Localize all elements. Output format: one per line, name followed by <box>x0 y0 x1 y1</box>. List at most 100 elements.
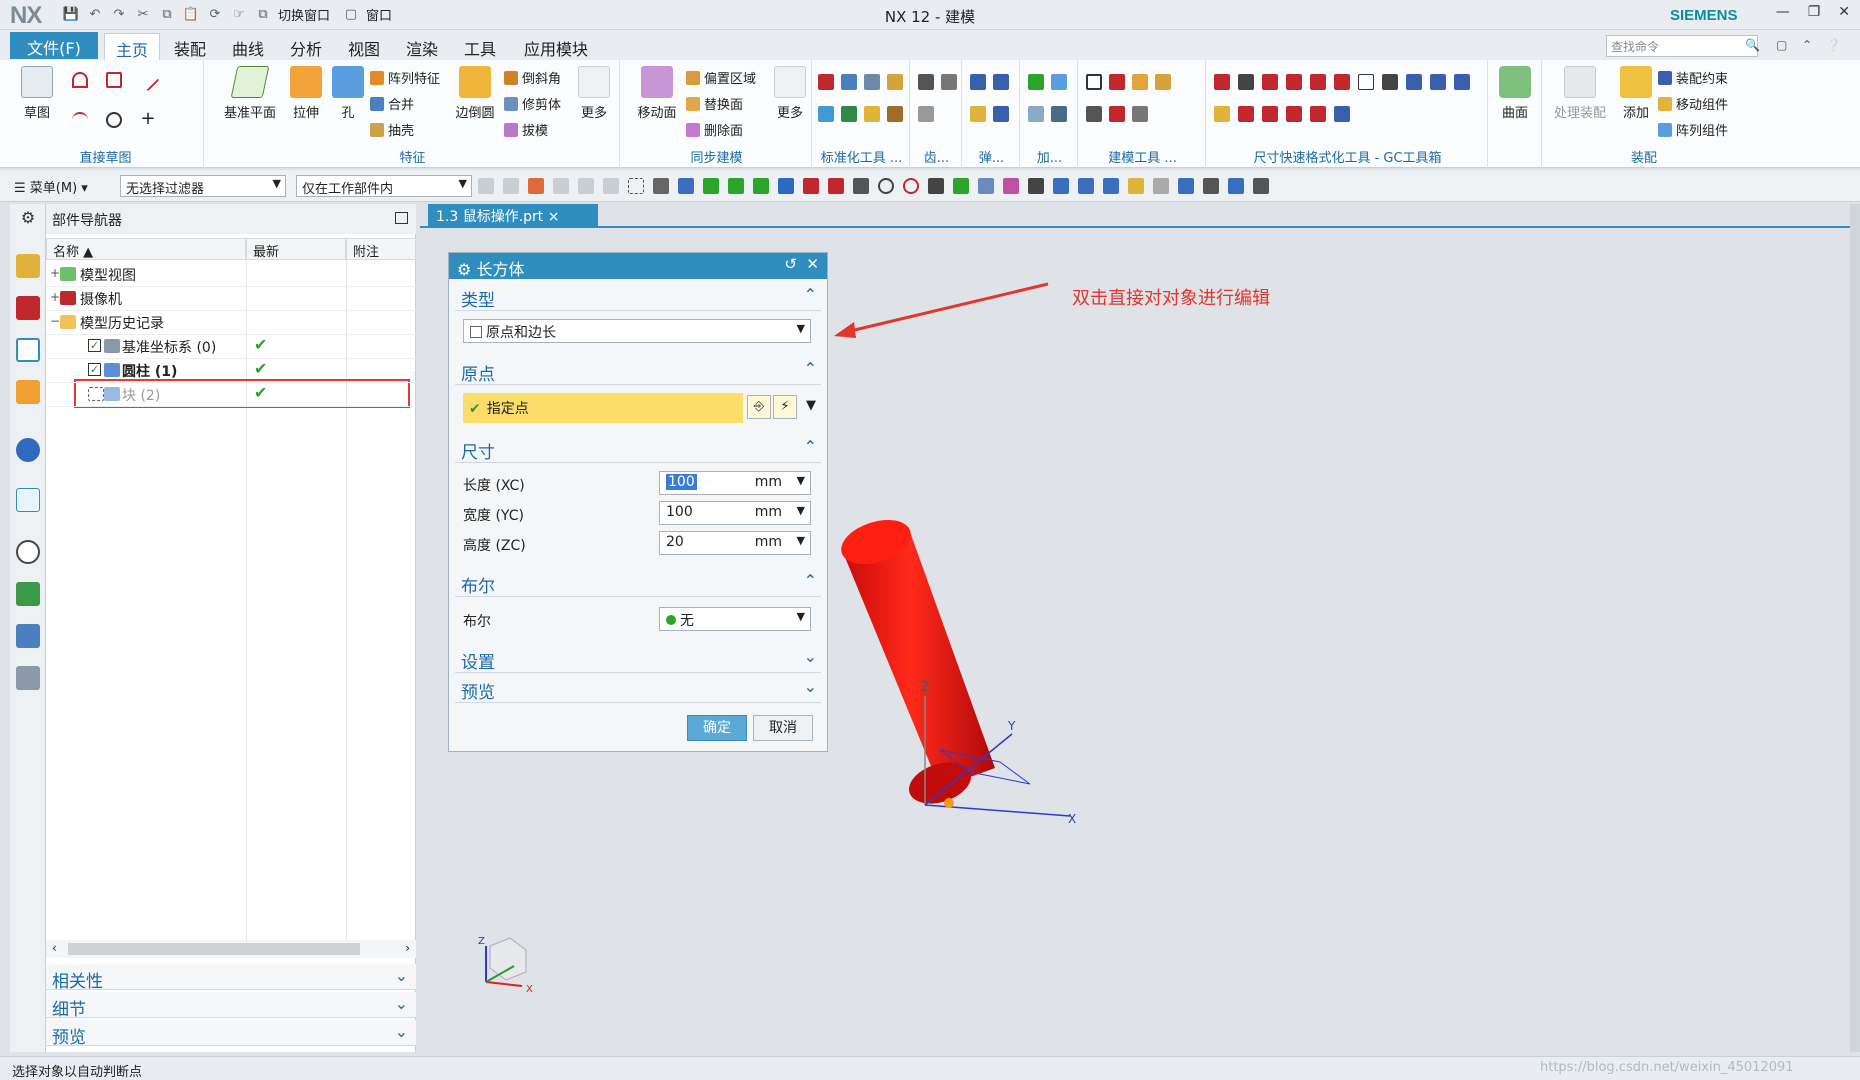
section-dimensions[interactable]: 尺寸 ⌃ <box>455 435 821 463</box>
minimize-icon[interactable]: — <box>1776 4 1790 20</box>
search-icon[interactable]: 🔍 <box>1745 38 1760 52</box>
snap-icon[interactable] <box>903 178 919 194</box>
select-box-icon[interactable] <box>628 178 644 194</box>
add-icon[interactable] <box>1028 106 1044 122</box>
column-header-notes[interactable]: 附注 <box>346 238 416 260</box>
tab-file[interactable]: 文件(F) <box>10 32 98 59</box>
view-icon[interactable] <box>1178 178 1194 194</box>
sync-more-button[interactable]: 更多 <box>770 66 810 121</box>
cylinder-body[interactable] <box>842 532 995 788</box>
add-icon[interactable] <box>1051 74 1067 90</box>
reuse-library-icon[interactable] <box>16 380 40 404</box>
tab-curve[interactable]: 曲线 <box>226 33 270 60</box>
hole-button[interactable]: 孔 <box>330 66 366 121</box>
snap-icon[interactable] <box>578 178 594 194</box>
snap-icon[interactable] <box>553 178 569 194</box>
line-icon[interactable] <box>136 68 160 92</box>
horizontal-scrollbar[interactable]: ‹ › <box>46 940 416 958</box>
gear-icon[interactable] <box>918 106 934 122</box>
add-icon[interactable] <box>1051 106 1067 122</box>
format-icon[interactable] <box>1406 74 1422 90</box>
section-origin[interactable]: 原点 ⌃ <box>455 357 821 385</box>
tab-application[interactable]: 应用模块 <box>516 33 596 60</box>
format-icon[interactable] <box>1214 106 1230 122</box>
column-header-name[interactable]: 名称 ▲ <box>46 238 246 260</box>
panel-dependencies[interactable]: 相关性 ⌄ <box>46 964 416 992</box>
format-icon[interactable] <box>1382 74 1398 90</box>
spring-icon[interactable] <box>993 106 1009 122</box>
format-icon[interactable] <box>1214 74 1230 90</box>
view-icon[interactable] <box>1053 178 1069 194</box>
roles-icon[interactable] <box>16 666 40 690</box>
spring-icon[interactable] <box>970 74 986 90</box>
snap-icon[interactable] <box>978 178 994 194</box>
point-icon[interactable]: + <box>140 110 156 128</box>
rectangle-icon[interactable] <box>106 72 122 88</box>
format-icon[interactable] <box>1310 74 1326 90</box>
search-command-input[interactable]: 查找命令 <box>1606 35 1758 57</box>
visibility-checkbox[interactable]: ✓ <box>88 339 101 352</box>
width-input[interactable]: 100 mm ▼ <box>659 501 811 525</box>
format-icon[interactable] <box>1262 106 1278 122</box>
view-icon[interactable] <box>1078 178 1094 194</box>
dialog-gear-icon[interactable]: ⚙ <box>457 260 471 279</box>
tool-icon[interactable] <box>887 106 903 122</box>
ribbon-options-icon[interactable]: ▢ <box>1776 38 1787 52</box>
expand-icon[interactable]: + <box>50 290 60 304</box>
snap-icon[interactable] <box>853 178 869 194</box>
format-icon[interactable] <box>1262 74 1278 90</box>
replace-face-button[interactable]: 替换面 <box>686 94 743 113</box>
tab-tools[interactable]: 工具 <box>458 33 502 60</box>
point-options-dropdown[interactable]: ▼ <box>799 395 823 419</box>
snap-icon[interactable] <box>528 178 544 194</box>
format-icon[interactable] <box>1286 74 1302 90</box>
view-icon[interactable] <box>1153 178 1169 194</box>
menu-button[interactable]: ☰ 菜单(M) ▾ <box>14 177 88 196</box>
format-icon[interactable] <box>1238 74 1254 90</box>
surface-button[interactable]: 曲面 <box>1490 66 1540 121</box>
collapse-icon[interactable]: − <box>50 314 60 328</box>
scrollbar-thumb[interactable] <box>68 943 360 955</box>
add-icon[interactable] <box>1028 74 1044 90</box>
spring-icon[interactable] <box>970 106 986 122</box>
tool-icon[interactable] <box>1132 106 1148 122</box>
format-icon[interactable] <box>1430 74 1446 90</box>
web-browser-icon[interactable] <box>16 488 40 512</box>
tree-row-datum-csys[interactable]: ✓ 基准坐标系 (0) ✔ <box>46 334 416 358</box>
view-icon[interactable] <box>1203 178 1219 194</box>
process-studio-icon[interactable] <box>16 624 40 648</box>
boolean-select[interactable]: 无 ▼ <box>659 607 811 631</box>
maximize-icon[interactable] <box>395 212 408 224</box>
length-input[interactable]: 100 mm ▼ <box>659 471 811 495</box>
tool-icon[interactable] <box>1132 74 1148 90</box>
snap-icon[interactable] <box>1003 178 1019 194</box>
section-settings[interactable]: 设置 ⌄ <box>455 645 821 673</box>
pattern-component-button[interactable]: 阵列组件 <box>1658 120 1728 139</box>
tool-icon[interactable] <box>1109 106 1125 122</box>
tool-icon[interactable] <box>1109 74 1125 90</box>
point-dialog-button[interactable]: ⎆ <box>747 395 771 419</box>
assembly-constraint-button[interactable]: 装配约束 <box>1658 68 1728 87</box>
snap-icon[interactable] <box>753 178 769 194</box>
close-icon[interactable]: ✕ <box>806 255 819 273</box>
snap-icon[interactable] <box>953 178 969 194</box>
snap-icon[interactable] <box>1028 178 1044 194</box>
view-icon[interactable] <box>1228 178 1244 194</box>
panel-preview[interactable]: 预览 ⌄ <box>46 1020 416 1048</box>
height-input[interactable]: 20 mm ▼ <box>659 531 811 555</box>
triangle-icon[interactable] <box>1086 74 1102 90</box>
offset-region-button[interactable]: 偏置区域 <box>686 68 756 87</box>
trim-body-button[interactable]: 修剪体 <box>504 94 561 113</box>
move-component-button[interactable]: 移动组件 <box>1658 94 1728 113</box>
cancel-button[interactable]: 取消 <box>753 715 813 741</box>
history-clock-icon[interactable] <box>16 540 40 564</box>
scroll-right-icon[interactable]: › <box>405 941 410 955</box>
restore-icon[interactable]: ❐ <box>1808 4 1821 20</box>
delete-face-button[interactable]: 删除面 <box>686 120 743 139</box>
snap-icon[interactable] <box>828 178 844 194</box>
tab-render[interactable]: 渲染 <box>400 33 444 60</box>
reset-icon[interactable]: ↺ <box>784 255 797 273</box>
arc-icon[interactable] <box>72 112 88 128</box>
tree-row-model-views[interactable]: + 模型视图 <box>46 262 416 286</box>
scroll-left-icon[interactable]: ‹ <box>52 941 57 955</box>
